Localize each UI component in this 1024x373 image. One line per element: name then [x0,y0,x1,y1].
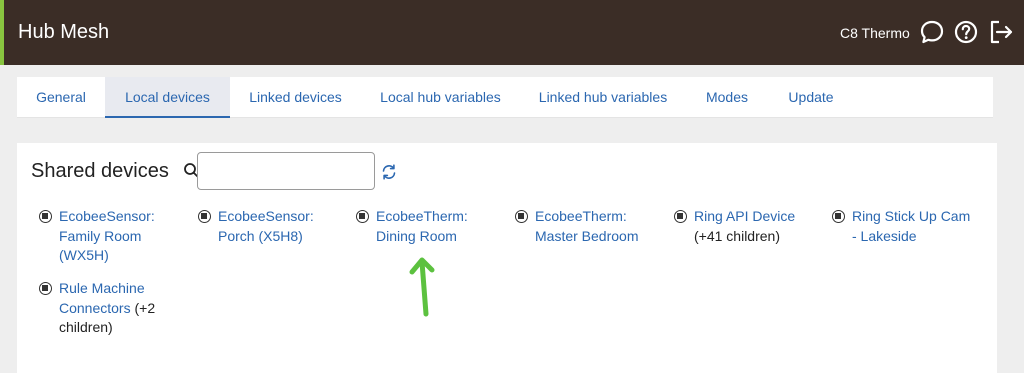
logout-icon[interactable] [987,18,1015,46]
device-status-icon [832,210,845,223]
tab-general[interactable]: General [17,77,105,118]
device-children: (+41 children) [694,227,780,244]
tab-local-hub-variables[interactable]: Local hub variables [361,77,520,118]
device-item: EcobeeTherm: Master Bedroom [515,207,665,246]
refresh-icon[interactable] [381,164,397,180]
tab-bar: General Local devices Linked devices Loc… [17,77,993,118]
device-link[interactable]: Ring Stick Up Cam - Lakeside [852,208,970,244]
device-item: EcobeeTherm: Dining Room [356,207,506,246]
tab-linked-hub-variables[interactable]: Linked hub variables [520,77,686,118]
device-link[interactable]: EcobeeTherm: Dining Room [376,208,468,244]
device-status-icon [198,210,211,223]
device-link[interactable]: EcobeeSensor: Family Room (WX5H) [59,208,155,263]
tab-linked-devices[interactable]: Linked devices [230,77,361,118]
top-bar: Hub Mesh C8 Thermo [0,0,1024,65]
device-link[interactable]: EcobeeSensor: Porch (X5H8) [218,208,314,244]
device-status-icon [674,210,687,223]
panel-title: Shared devices [31,160,169,182]
tab-local-devices[interactable]: Local devices [105,77,230,118]
annotation-arrow [409,257,435,317]
device-status-icon [356,210,369,223]
app-title: Hub Mesh [18,21,110,43]
shared-devices-panel: Shared devices EcobeeSensor: Family Room… [17,143,997,373]
device-item: Ring Stick Up Cam - Lakeside [832,207,977,246]
device-link[interactable]: EcobeeTherm: Master Bedroom [535,208,638,244]
device-item: EcobeeSensor: Porch (X5H8) [198,207,348,246]
device-status-icon [39,282,52,295]
device-status-icon [515,210,528,223]
tab-update[interactable]: Update [768,77,854,118]
chat-icon[interactable] [918,18,946,46]
tab-modes[interactable]: Modes [686,77,768,118]
device-item: Ring API Device (+41 children) [674,207,824,246]
device-link[interactable]: Ring API Device [694,208,795,224]
device-status-icon [39,210,52,223]
hub-name[interactable]: C8 Thermo [840,25,910,41]
help-icon[interactable] [952,18,980,46]
search-input[interactable] [197,152,375,190]
accent-stripe [0,0,4,65]
device-item: Rule Machine Connectors (+2 children) [39,279,169,338]
device-item: EcobeeSensor: Family Room (WX5H) [39,207,189,266]
